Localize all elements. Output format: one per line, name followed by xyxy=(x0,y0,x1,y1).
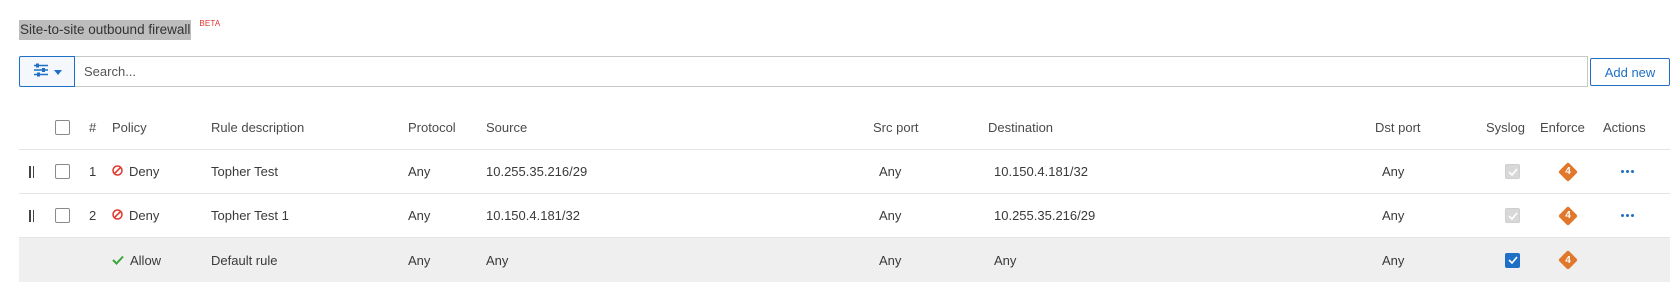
policy-cell: Deny xyxy=(112,150,159,193)
syslog-cell xyxy=(1505,150,1520,193)
source: Any xyxy=(486,252,509,268)
actions-cell xyxy=(1621,194,1634,237)
check-icon xyxy=(112,253,124,268)
add-new-button[interactable]: Add new xyxy=(1590,58,1670,86)
header-num: # xyxy=(89,120,97,135)
select-all-cell xyxy=(55,106,70,149)
diamond-badge-icon[interactable]: 4 xyxy=(1557,205,1579,227)
source: 10.150.4.181/32 xyxy=(486,208,580,223)
table-row: 2 Deny Topher Test 1 Any 10.150.4.181/32… xyxy=(19,194,1670,238)
page-title: Site-to-site outbound firewall xyxy=(19,20,192,40)
header-syslog: Syslog xyxy=(1486,120,1526,135)
row-checkbox[interactable] xyxy=(55,164,70,179)
header-policy: Policy xyxy=(112,120,147,135)
ban-icon xyxy=(112,164,123,179)
protocol: Any xyxy=(408,252,431,268)
rule-description: Topher Test xyxy=(211,164,278,179)
rules-table: # Policy Rule description Protocol Sourc… xyxy=(19,106,1670,282)
destination: 10.255.35.216/29 xyxy=(994,208,1096,223)
enforce-cell: 4 xyxy=(1557,150,1579,193)
header-actions: Actions xyxy=(1603,120,1646,135)
header-description: Rule description xyxy=(211,120,305,135)
toolbar: Add new xyxy=(19,56,1670,88)
protocol: Any xyxy=(408,164,431,179)
dst-port: Any xyxy=(1382,208,1405,223)
page-header: Site-to-site outbound firewall BETA xyxy=(19,19,221,40)
policy-label: Deny xyxy=(129,208,160,223)
dst-port: Any xyxy=(1382,252,1405,268)
syslog-checkbox[interactable] xyxy=(1505,252,1520,268)
rule-number: 2 xyxy=(89,208,97,223)
dst-port: Any xyxy=(1382,164,1405,179)
rule-description: Default rule xyxy=(211,252,278,268)
policy-label: Allow xyxy=(130,252,162,268)
header-src-port: Src port xyxy=(873,120,919,135)
search-input[interactable] xyxy=(75,56,1588,87)
chevron-down-icon xyxy=(53,64,62,79)
header-dst-port: Dst port xyxy=(1375,120,1421,135)
enforce-cell: 4 xyxy=(1557,238,1579,282)
rule-description: Topher Test 1 xyxy=(211,208,289,223)
ban-icon xyxy=(112,208,123,223)
source: 10.255.35.216/29 xyxy=(486,164,588,179)
actions-cell xyxy=(1621,150,1634,193)
filter-button[interactable] xyxy=(19,56,75,87)
ellipsis-icon[interactable] xyxy=(1621,214,1634,217)
src-port: Any xyxy=(879,252,902,268)
ellipsis-icon[interactable] xyxy=(1621,170,1634,173)
header-destination: Destination xyxy=(988,120,1054,135)
table-row-default: Allow Default rule Any Any Any Any Any 4 xyxy=(19,238,1670,282)
policy-cell: Deny xyxy=(112,194,159,237)
table-header: # Policy Rule description Protocol Sourc… xyxy=(19,106,1670,150)
syslog-cell xyxy=(1505,194,1520,237)
header-source: Source xyxy=(486,120,528,135)
row-checkbox[interactable] xyxy=(55,208,70,223)
diamond-badge-icon[interactable]: 4 xyxy=(1557,161,1579,183)
src-port: Any xyxy=(879,208,902,223)
diamond-badge-icon[interactable]: 4 xyxy=(1557,249,1579,271)
src-port: Any xyxy=(879,164,902,179)
syslog-checkbox xyxy=(1505,164,1520,179)
destination: 10.150.4.181/32 xyxy=(994,164,1088,179)
destination: Any xyxy=(994,252,1017,268)
header-enforce: Enforce xyxy=(1540,120,1585,135)
policy-label: Deny xyxy=(129,164,160,179)
select-all-checkbox[interactable] xyxy=(55,120,70,135)
syslog-cell xyxy=(1505,238,1520,282)
table-row: 1 Deny Topher Test Any 10.255.35.216/29 … xyxy=(19,150,1670,194)
header-protocol: Protocol xyxy=(408,120,456,135)
syslog-checkbox xyxy=(1505,208,1520,223)
row-checkbox-cell xyxy=(55,150,70,193)
drag-handle-icon[interactable] xyxy=(29,150,34,193)
beta-badge: BETA xyxy=(199,19,221,28)
sliders-icon xyxy=(33,63,49,80)
policy-cell: Allow xyxy=(112,238,161,282)
rule-number: 1 xyxy=(89,164,97,179)
row-checkbox-cell xyxy=(55,194,70,237)
drag-handle-icon[interactable] xyxy=(29,194,34,237)
protocol: Any xyxy=(408,208,431,223)
enforce-cell: 4 xyxy=(1557,194,1579,237)
